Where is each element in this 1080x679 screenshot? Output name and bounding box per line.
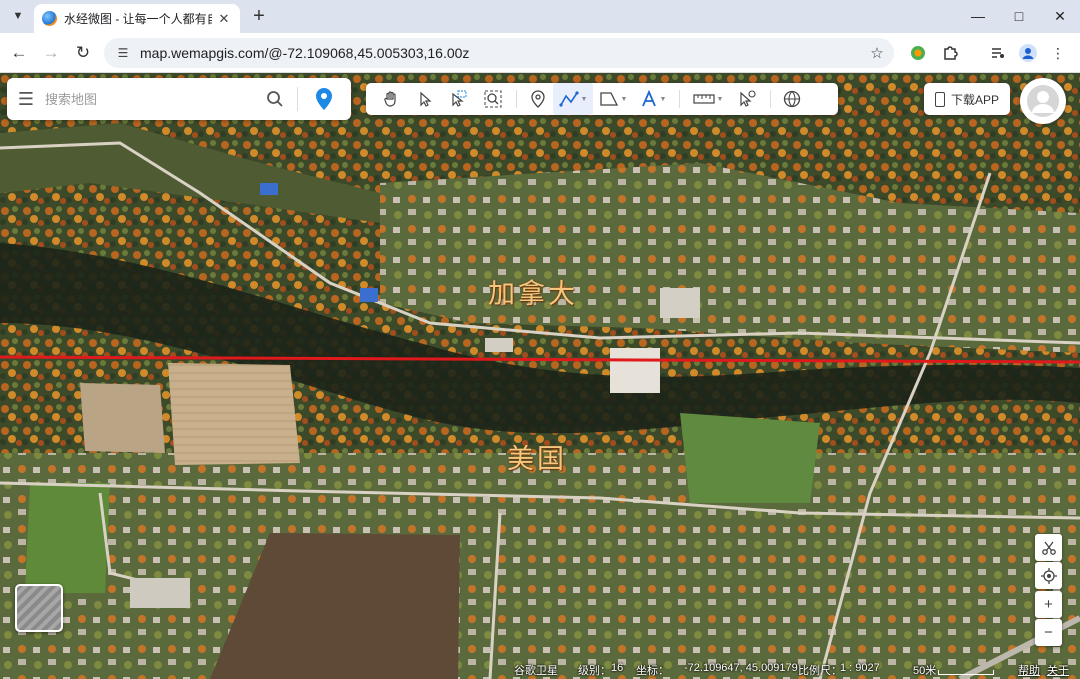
coordinate-value: -72.109647, 45.009179 xyxy=(684,662,798,674)
measure-ruler-icon[interactable]: ▼ xyxy=(686,83,730,115)
browser-menu-icon[interactable]: ⋮ xyxy=(1046,41,1070,65)
bookmark-star-icon[interactable]: ☆ xyxy=(866,42,888,64)
map-label-usa: 美国 xyxy=(507,444,567,475)
globe-icon[interactable] xyxy=(777,83,807,115)
active-tab[interactable]: 水经微图 - 让每一个人都有自己 ✕ xyxy=(34,4,240,33)
my-location-icon[interactable] xyxy=(1035,562,1062,589)
map-toolbar: ▼ ▼ ▼ ▼ xyxy=(366,83,838,115)
media-controls-icon[interactable] xyxy=(986,41,1010,65)
forward-button[interactable]: → xyxy=(38,40,64,66)
about-link[interactable]: 关于 xyxy=(1047,662,1069,678)
satellite-imagery xyxy=(0,73,1080,679)
search-input[interactable] xyxy=(45,84,257,114)
coordinate-label: 坐标： xyxy=(636,665,669,677)
phone-icon xyxy=(934,91,945,107)
zoom-level-value: 16 xyxy=(611,662,624,674)
zoom-level-label: 级别： xyxy=(578,665,611,677)
profile-icon[interactable] xyxy=(1016,41,1040,65)
select-box-icon[interactable] xyxy=(442,83,476,115)
location-pin-icon[interactable] xyxy=(306,78,342,120)
site-info-icon[interactable]: ☰ xyxy=(114,44,132,62)
download-app-button[interactable]: 下载APP xyxy=(924,83,1010,115)
download-app-label: 下载APP xyxy=(950,92,999,107)
extension-icon[interactable] xyxy=(906,41,930,65)
avatar-icon xyxy=(1027,85,1059,117)
select-pointer-icon[interactable] xyxy=(408,83,442,115)
identify-pointer-icon[interactable] xyxy=(730,83,764,115)
hand-pan-icon[interactable] xyxy=(374,83,408,115)
toolbar-divider xyxy=(679,90,680,108)
tab-search-icon[interactable]: ▼ xyxy=(6,5,30,27)
site-favicon-icon xyxy=(42,11,57,26)
address-bar: ← → ↻ ☰ map.wemapgis.com/@-72.109068,45.… xyxy=(0,33,1080,73)
toolbar-divider xyxy=(516,90,517,108)
marker-icon[interactable] xyxy=(523,83,553,115)
close-window-button[interactable]: ✕ xyxy=(1040,2,1080,30)
search-icon[interactable] xyxy=(257,78,293,120)
toolbar-divider xyxy=(770,90,771,108)
minimize-button[interactable]: — xyxy=(958,2,998,30)
extensions-puzzle-icon[interactable] xyxy=(938,41,962,65)
scale-value: 1 : 9027 xyxy=(840,662,880,674)
map-label-canada: 加拿大 xyxy=(488,279,578,310)
back-button[interactable]: ← xyxy=(6,40,32,66)
omnibox[interactable]: ☰ map.wemapgis.com/@-72.109068,45.005303… xyxy=(104,38,894,68)
maximize-button[interactable]: □ xyxy=(999,2,1039,30)
text-tool-icon[interactable]: ▼ xyxy=(633,83,673,115)
scale-label: 比例尺： xyxy=(798,665,842,677)
share-icon[interactable] xyxy=(1035,534,1062,561)
new-tab-button[interactable]: + xyxy=(248,5,270,27)
map-status-bar: 谷歌卫星 级别： 16 坐标： -72.109647, 45.009179 比例… xyxy=(0,659,1080,679)
polygon-icon[interactable]: ▼ xyxy=(593,83,633,115)
menu-icon[interactable]: ☰ xyxy=(7,78,45,120)
tab-strip: ▼ 水经微图 - 让每一个人都有自己 ✕ + — □ ✕ xyxy=(0,0,1080,33)
scale-bar-label: 50米 xyxy=(913,665,937,677)
map-viewport[interactable]: ☰ ▼ ▼ xyxy=(0,73,1080,679)
scale-bar xyxy=(938,670,994,675)
zoom-box-icon[interactable] xyxy=(476,83,510,115)
search-divider xyxy=(297,87,298,111)
reload-button[interactable]: ↻ xyxy=(70,40,96,66)
help-link[interactable]: 帮助 xyxy=(1018,662,1040,678)
search-panel: ☰ xyxy=(7,78,351,120)
imagery-source: 谷歌卫星 xyxy=(514,665,558,677)
url-text[interactable]: map.wemapgis.com/@-72.109068,45.005303,1… xyxy=(140,45,866,61)
user-avatar[interactable] xyxy=(1020,78,1066,124)
zoom-out-button[interactable]: − xyxy=(1035,619,1062,646)
layer-switch-button[interactable] xyxy=(15,584,63,632)
zoom-in-button[interactable]: + xyxy=(1035,591,1062,618)
polyline-icon[interactable]: ▼ xyxy=(553,83,593,115)
tab-title: 水经微图 - 让每一个人都有自己 xyxy=(64,12,212,26)
tab-close-icon[interactable]: ✕ xyxy=(216,11,232,27)
